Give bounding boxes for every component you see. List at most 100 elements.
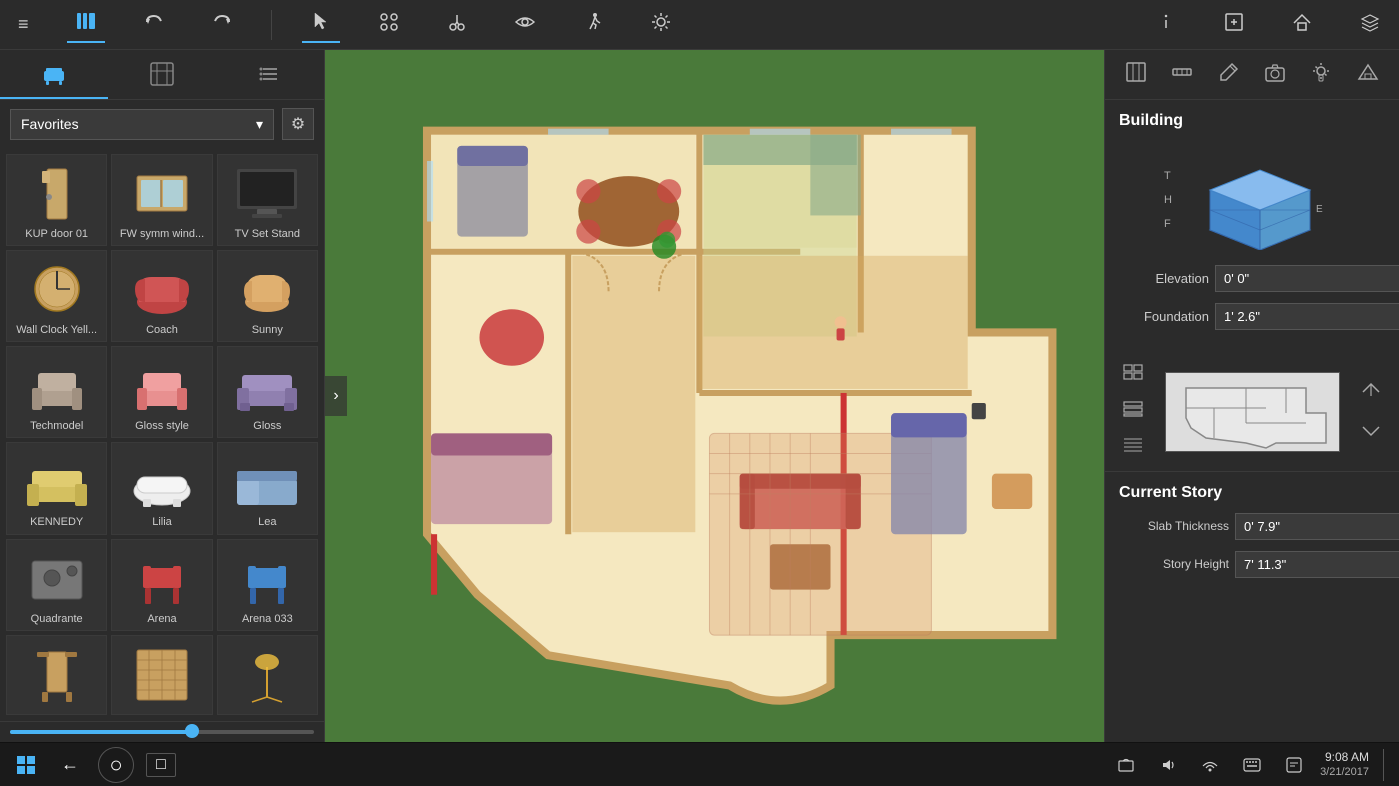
floor-thumbnail-area bbox=[1105, 352, 1399, 471]
list-item[interactable]: TV Set Stand bbox=[217, 154, 318, 246]
list-item[interactable]: KENNEDY bbox=[6, 442, 107, 534]
remove-story-icon[interactable] bbox=[1357, 417, 1385, 450]
cursor-icon[interactable] bbox=[302, 6, 340, 43]
walls-tool-icon[interactable] bbox=[1121, 57, 1151, 92]
group-icon[interactable] bbox=[370, 7, 408, 42]
notification-icon[interactable] bbox=[1110, 749, 1142, 781]
list-item[interactable]: Arena bbox=[111, 539, 212, 631]
edit-tool-icon[interactable] bbox=[1214, 57, 1244, 92]
info2-icon[interactable] bbox=[1147, 7, 1185, 42]
layers-icon[interactable] bbox=[1351, 7, 1389, 42]
items-grid: KUP door 01 FW symm wind... bbox=[0, 148, 324, 721]
grid-view-icon[interactable] bbox=[1119, 434, 1147, 463]
item-label: Wall Clock Yell... bbox=[11, 324, 102, 336]
item-label: TV Set Stand bbox=[222, 228, 313, 240]
list-item[interactable] bbox=[6, 635, 107, 715]
time-date-block: 9:08 AM 3/21/2017 bbox=[1320, 750, 1369, 780]
item-label: Gloss bbox=[222, 420, 313, 432]
furniture-tab[interactable] bbox=[0, 50, 108, 99]
list-item[interactable]: Arena 033 bbox=[217, 539, 318, 631]
back-button[interactable]: ← bbox=[54, 749, 86, 781]
export-icon[interactable] bbox=[1215, 7, 1253, 42]
favorites-dropdown[interactable]: Favorites ▾ bbox=[10, 109, 274, 140]
size-slider-thumb[interactable] bbox=[185, 724, 199, 738]
show-desktop-button[interactable] bbox=[1383, 749, 1389, 781]
sun-icon[interactable] bbox=[642, 7, 680, 42]
list-item[interactable] bbox=[217, 635, 318, 715]
design-tab[interactable] bbox=[108, 50, 216, 99]
item-preview bbox=[232, 161, 302, 226]
expand-panel-arrow[interactable]: › bbox=[325, 376, 347, 416]
foundation-input[interactable] bbox=[1215, 303, 1399, 330]
chevron-down-icon: ▾ bbox=[256, 116, 263, 133]
building-tool-icon[interactable] bbox=[1353, 57, 1383, 92]
item-preview bbox=[22, 257, 92, 322]
eye-icon[interactable] bbox=[506, 7, 544, 42]
label-t: T bbox=[1164, 170, 1172, 182]
action-center-icon[interactable] bbox=[1278, 749, 1310, 781]
list-item[interactable]: Gloss bbox=[217, 346, 318, 438]
network-icon[interactable] bbox=[1194, 749, 1226, 781]
list-item[interactable] bbox=[111, 635, 212, 715]
multitask-button[interactable]: □ bbox=[146, 753, 176, 777]
keyboard-icon[interactable] bbox=[1236, 749, 1268, 781]
list-tab[interactable] bbox=[216, 50, 324, 99]
item-label: KUP door 01 bbox=[11, 228, 102, 240]
building-preview: T H F bbox=[1119, 140, 1385, 250]
slab-thickness-input[interactable] bbox=[1235, 513, 1399, 540]
item-label: Quadrante bbox=[11, 613, 102, 625]
item-preview bbox=[22, 546, 92, 611]
list-item[interactable]: FW symm wind... bbox=[111, 154, 212, 246]
list-view-icon[interactable] bbox=[1119, 397, 1147, 426]
size-slider-fill bbox=[10, 730, 192, 734]
settings-button[interactable]: ⚙ bbox=[282, 108, 314, 140]
dropdown-row: Favorites ▾ ⚙ bbox=[0, 100, 324, 148]
menu-icon[interactable]: ≡ bbox=[10, 10, 37, 39]
list-item[interactable]: Gloss style bbox=[111, 346, 212, 438]
item-preview bbox=[22, 161, 92, 226]
story-height-input[interactable] bbox=[1235, 551, 1399, 578]
list-item[interactable]: KUP door 01 bbox=[6, 154, 107, 246]
list-item[interactable]: Techmodel bbox=[6, 346, 107, 438]
lighting-tool-icon[interactable] bbox=[1306, 57, 1336, 92]
top-toolbar: ≡ bbox=[0, 0, 1399, 50]
walk-icon[interactable] bbox=[574, 7, 612, 42]
list-item[interactable]: Sunny bbox=[217, 250, 318, 342]
rooms-view-icon[interactable] bbox=[1119, 360, 1147, 389]
undo-icon[interactable] bbox=[135, 7, 173, 42]
current-story-section: Current Story Slab Thickness − + Story H… bbox=[1105, 471, 1399, 600]
item-label: Coach bbox=[116, 324, 207, 336]
item-preview bbox=[22, 642, 92, 707]
item-preview bbox=[22, 449, 92, 514]
windows-start-button[interactable] bbox=[10, 749, 42, 781]
taskbar-right: 9:08 AM 3/21/2017 bbox=[1110, 749, 1389, 781]
list-item[interactable]: Wall Clock Yell... bbox=[6, 250, 107, 342]
floor-plan-thumbnail[interactable] bbox=[1165, 372, 1340, 452]
floor-plan-canvas[interactable]: › bbox=[325, 50, 1104, 742]
library-icon[interactable] bbox=[67, 6, 105, 43]
add-story-icon[interactable] bbox=[1357, 374, 1385, 407]
slab-thickness-row: Slab Thickness − + bbox=[1119, 512, 1385, 540]
floor-thumb-svg bbox=[1166, 373, 1340, 452]
building-3d-svg: E bbox=[1180, 140, 1340, 250]
redo-icon[interactable] bbox=[203, 7, 241, 42]
item-preview bbox=[232, 353, 302, 418]
elevation-input[interactable] bbox=[1215, 265, 1399, 292]
camera-tool-icon[interactable] bbox=[1260, 57, 1290, 92]
list-item[interactable]: Coach bbox=[111, 250, 212, 342]
scissors-icon[interactable] bbox=[438, 7, 476, 42]
list-item[interactable]: Lea bbox=[217, 442, 318, 534]
home2-icon[interactable] bbox=[1283, 7, 1321, 42]
size-slider-row bbox=[0, 721, 324, 742]
home-circle-button[interactable]: ○ bbox=[98, 747, 134, 783]
list-item[interactable]: Quadrante bbox=[6, 539, 107, 631]
right-toolbar bbox=[1105, 50, 1399, 100]
volume-icon[interactable] bbox=[1152, 749, 1184, 781]
measure-tool-icon[interactable] bbox=[1167, 57, 1197, 92]
foundation-row: Foundation − + bbox=[1119, 302, 1385, 330]
item-label: Gloss style bbox=[116, 420, 207, 432]
list-item[interactable]: Lilia bbox=[111, 442, 212, 534]
label-h: H bbox=[1164, 194, 1172, 206]
date-display: 3/21/2017 bbox=[1320, 765, 1369, 779]
item-preview bbox=[232, 642, 302, 707]
